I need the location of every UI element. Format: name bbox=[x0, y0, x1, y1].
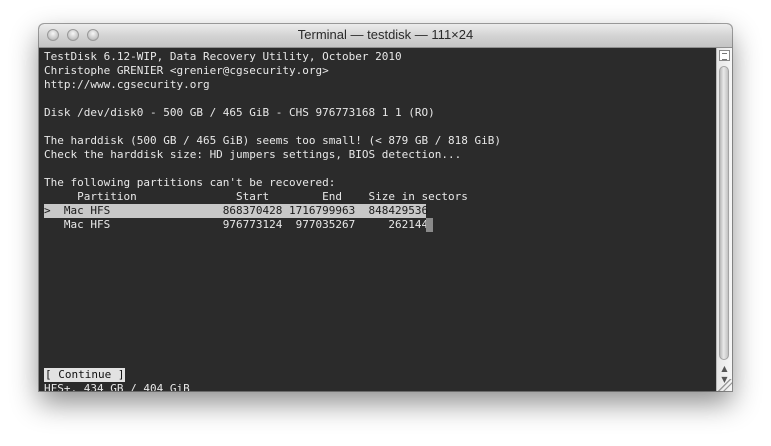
terminal-line: http://www.cgsecurity.org bbox=[44, 78, 210, 91]
disk-info-line: Disk /dev/disk0 - 500 GB / 465 GiB - CHS… bbox=[44, 106, 435, 119]
title-bar[interactable]: Terminal — testdisk — 111×24 bbox=[39, 24, 732, 48]
warning-line: The harddisk (500 GB / 465 GiB) seems to… bbox=[44, 134, 501, 147]
split-view-icon[interactable] bbox=[719, 50, 730, 61]
window-title: Terminal — testdisk — 111×24 bbox=[297, 27, 474, 42]
scrollbar-thumb[interactable] bbox=[719, 66, 729, 360]
partition-table-header: Partition Start End Size in sectors bbox=[44, 190, 468, 203]
resize-grip-icon[interactable] bbox=[718, 379, 732, 391]
partition-row[interactable]: Mac HFS 976773124 977035267 262144 bbox=[44, 218, 428, 232]
status-line: HFS+, 434 GB / 404 GiB bbox=[44, 382, 190, 391]
vertical-scrollbar[interactable]: ▲ ▼ bbox=[716, 48, 732, 391]
terminal-line: TestDisk 6.12-WIP, Data Recovery Utility… bbox=[44, 50, 402, 63]
terminal-cursor bbox=[426, 218, 433, 232]
partitions-heading: The following partitions can't be recove… bbox=[44, 176, 336, 189]
partition-row-selected[interactable]: > Mac HFS 868370428 1716799963 848429536 bbox=[44, 204, 428, 218]
scroll-up-arrow-icon[interactable]: ▲ bbox=[720, 364, 729, 374]
terminal-window: Terminal — testdisk — 111×24 TestDisk 6.… bbox=[39, 24, 732, 391]
terminal-line: Christophe GRENIER <grenier@cgsecurity.o… bbox=[44, 64, 329, 77]
continue-button[interactable]: [ Continue ] bbox=[44, 368, 126, 382]
warning-line: Check the harddisk size: HD jumpers sett… bbox=[44, 148, 462, 161]
terminal-content[interactable]: TestDisk 6.12-WIP, Data Recovery Utility… bbox=[39, 48, 716, 391]
